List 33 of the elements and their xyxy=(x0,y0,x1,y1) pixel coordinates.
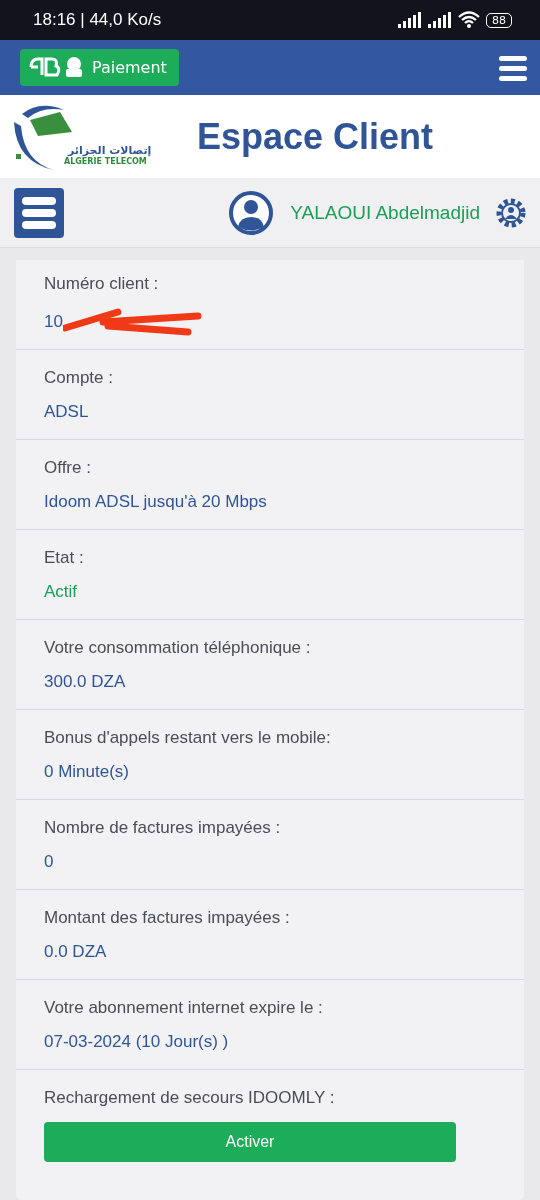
payment-button[interactable]: Paiement xyxy=(20,49,179,86)
battery-icon: 88 xyxy=(486,12,512,28)
field-label: Montant des factures impayées : xyxy=(44,907,291,928)
logo-arabic-text: إتصالات الجزائر xyxy=(68,143,152,157)
field-value: 0 xyxy=(44,851,55,872)
wifi-icon xyxy=(458,11,480,29)
field-value: 0 Minute(s) xyxy=(44,761,131,782)
redaction-scribble-icon xyxy=(62,307,203,336)
field-label: Offre : xyxy=(44,457,92,478)
user-avatar-icon xyxy=(228,189,275,236)
status-value: Actif xyxy=(44,581,79,602)
status-time: 18:16 | 44,0 Ko/s xyxy=(33,10,162,30)
field-value: 300.0 DZA xyxy=(44,671,127,692)
field-value: Idoom ADSL jusqu'à 20 Mbps xyxy=(44,491,268,512)
field-label: Rechargement de secours IDOOMLY : xyxy=(44,1088,336,1108)
field-value: 0.0 DZA xyxy=(44,941,108,962)
signal-icon xyxy=(428,12,452,28)
field-label: Bonus d'appels restant vers le mobile: xyxy=(44,727,332,748)
page-title: Espace Client xyxy=(197,115,434,158)
logo-latin-text: ALGERIE TELECOM xyxy=(64,156,147,166)
field-value: ADSL xyxy=(44,401,90,422)
activate-button[interactable]: Activer xyxy=(44,1122,456,1162)
field-label: Nombre de factures impayées : xyxy=(44,817,282,838)
field-label: Compte : xyxy=(44,367,114,388)
user-name: YALAOUI Abdelmadjid xyxy=(290,201,480,224)
field-label: Votre consommation téléphonique : xyxy=(44,637,312,658)
field-label: Etat : xyxy=(44,547,85,568)
field-value: 10 xyxy=(44,311,63,332)
field-label: Votre abonnement internet expire le : xyxy=(44,997,324,1018)
menu-button[interactable] xyxy=(14,187,64,238)
field-value: 07-03-2024 (10 Jour(s) ) xyxy=(44,1031,230,1052)
signal-icon xyxy=(398,12,422,28)
field-label: Numéro client : xyxy=(44,273,160,294)
